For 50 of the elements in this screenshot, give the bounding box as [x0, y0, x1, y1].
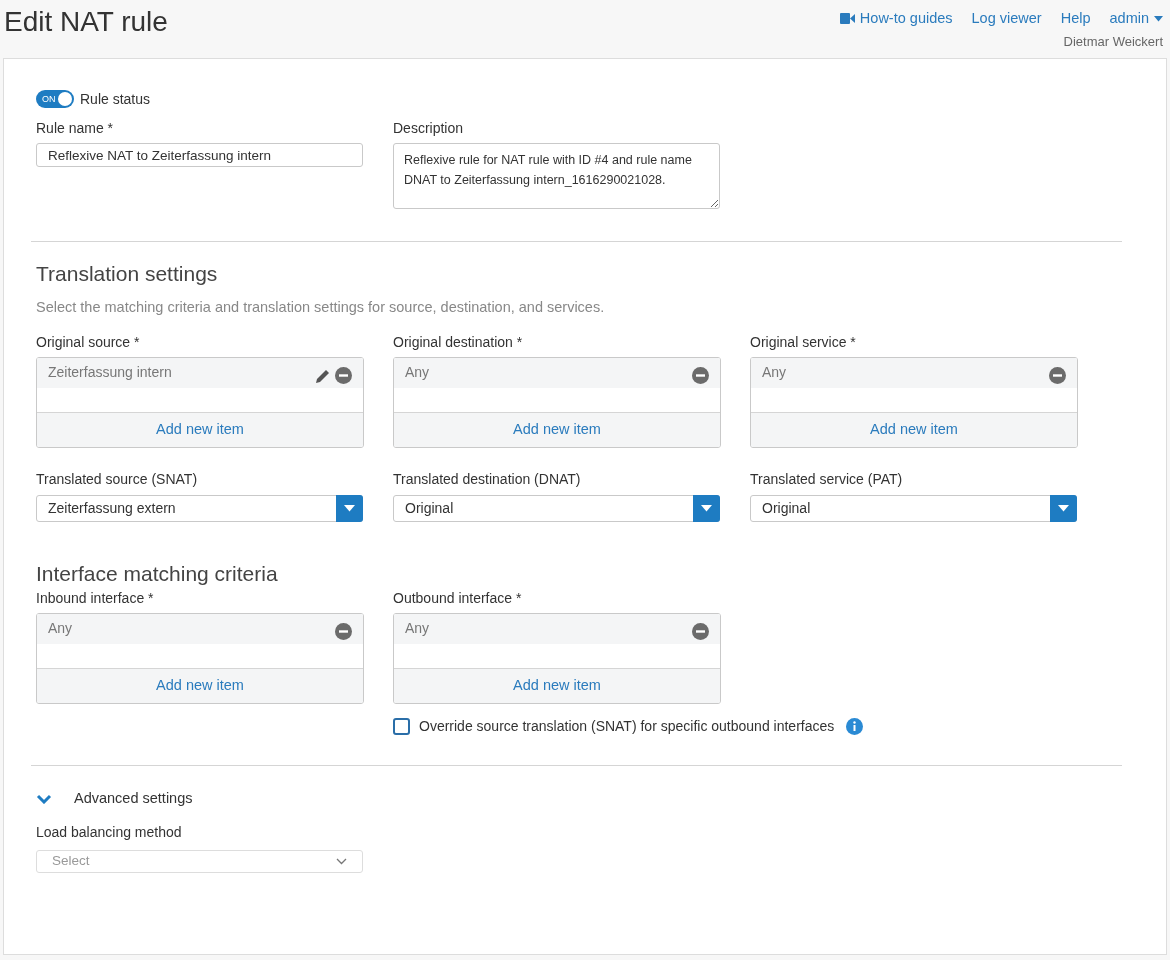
- dropdown-caret-icon[interactable]: [693, 494, 720, 522]
- add-new-item-button[interactable]: Add new item: [37, 668, 363, 703]
- section-subtitle: Select the matching criteria and translation settings for source, destination, and services.: [36, 298, 606, 317]
- rule-status-label: Rule status: [80, 89, 151, 109]
- load-balancing-dropdown[interactable]: Select: [36, 849, 363, 873]
- add-new-item-button[interactable]: Add new item: [37, 412, 363, 447]
- field-label: Outbound interface *: [393, 589, 523, 606]
- header-link[interactable]: How-to guides: [839, 8, 953, 30]
- chevron-icon: [336, 857, 347, 865]
- dropdown[interactable]: Zeiterfassung extern: [36, 494, 363, 522]
- section-title: Translation settings: [36, 261, 219, 287]
- pencil-icon[interactable]: [315, 367, 331, 384]
- remove-icon[interactable]: [335, 623, 352, 641]
- checkbox-label: Override source translation (SNAT) for specific outbound interfaces: [419, 716, 835, 736]
- field-label: Description: [393, 120, 465, 136]
- field-label: Original service *: [750, 333, 857, 350]
- video-camera-icon: [839, 13, 855, 25]
- description-field[interactable]: Reflexive rule for NAT rule with ID #4 and rule name DNAT to Zeiterfassung intern_1616290021028.: [393, 143, 720, 209]
- user-name: Dietmar Weickert: [1063, 32, 1163, 51]
- advanced-settings-toggle[interactable]: Advanced settings: [36, 787, 193, 810]
- page-title: Edit NAT rule: [3, 5, 168, 39]
- add-new-item-button[interactable]: Add new item: [751, 412, 1077, 447]
- dropdown[interactable]: Original: [393, 494, 720, 522]
- field-label: Load balancing method: [36, 822, 183, 842]
- remove-icon[interactable]: [1049, 367, 1066, 385]
- remove-icon[interactable]: [692, 367, 709, 385]
- section-title: Interface matching criteria: [36, 560, 279, 587]
- field-label: Original source *: [36, 333, 141, 350]
- remove-icon[interactable]: [692, 623, 709, 641]
- info-icon[interactable]: [846, 717, 864, 735]
- chevron-icon: [36, 793, 52, 804]
- checkbox[interactable]: [393, 717, 410, 735]
- add-new-item-button[interactable]: Add new item: [394, 668, 720, 703]
- field-label: Inbound interface *: [36, 589, 155, 606]
- rule-name-field[interactable]: Reflexive NAT to Zeiterfassung intern: [36, 143, 363, 167]
- header-link[interactable]: Log viewer: [971, 8, 1042, 30]
- user-menu[interactable]: admin: [1109, 8, 1163, 30]
- rule-status-toggle[interactable]: ON: [36, 90, 74, 108]
- caret-icon: [1154, 15, 1163, 22]
- field-label: Translated service (PAT): [750, 470, 904, 487]
- field-label: Original destination *: [393, 333, 524, 350]
- add-new-item-button[interactable]: Add new item: [394, 412, 720, 447]
- dropdown-caret-icon[interactable]: [336, 494, 363, 522]
- field-label: Translated destination (DNAT): [393, 470, 582, 487]
- dropdown[interactable]: Original: [750, 494, 1077, 522]
- remove-icon[interactable]: [335, 367, 352, 385]
- dropdown-caret-icon[interactable]: [1050, 494, 1077, 522]
- field-label: Translated source (SNAT): [36, 470, 199, 487]
- header-link[interactable]: Help: [1060, 8, 1091, 30]
- field-label: Rule name *: [36, 120, 115, 136]
